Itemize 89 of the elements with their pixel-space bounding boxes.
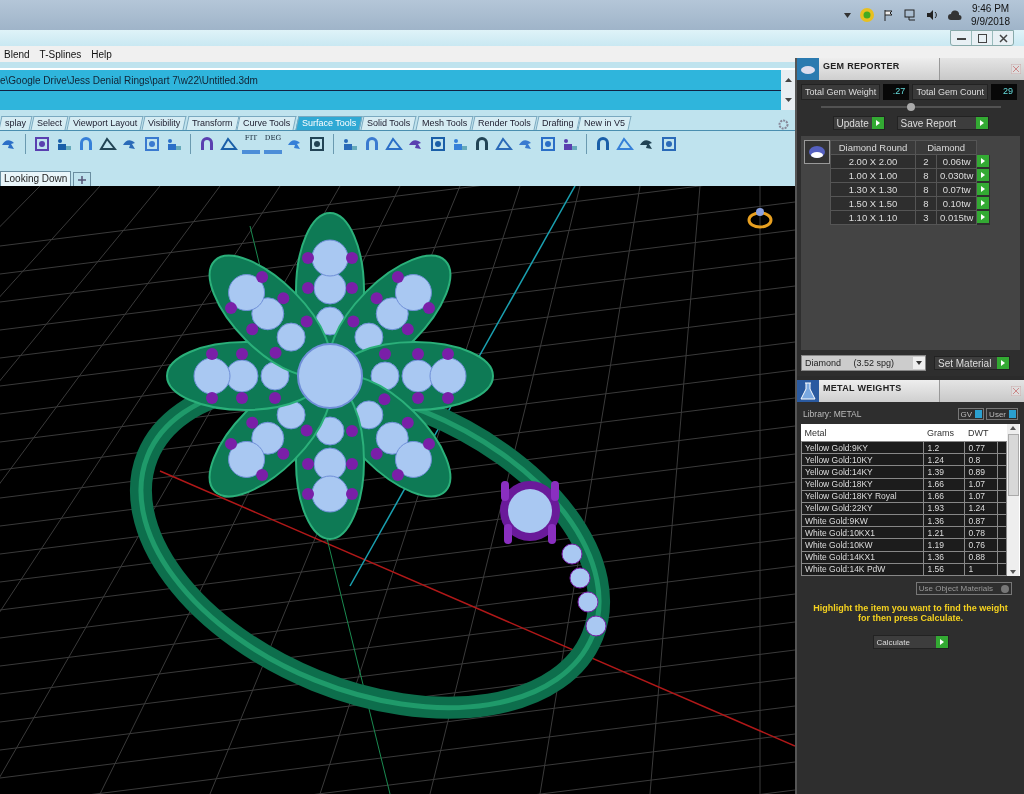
caret-icon[interactable] — [844, 12, 852, 18]
toolbar-tab[interactable]: Visibility — [141, 116, 188, 130]
play-icon — [935, 636, 948, 648]
scroll-up-icon[interactable] — [1010, 426, 1016, 430]
play-icon — [975, 117, 988, 129]
scroll-up-icon[interactable] — [784, 78, 792, 82]
table-row[interactable]: Yellow Gold:14KY 1.39 0.89 — [801, 465, 1007, 478]
network-icon[interactable] — [904, 9, 918, 21]
instruction-text: Highlight the item you want to find the weight for then press Calculate. — [812, 603, 1009, 623]
set-material-button[interactable]: Set Material — [934, 356, 1010, 370]
tool-icon[interactable] — [220, 135, 238, 153]
speaker-icon[interactable] — [926, 9, 940, 21]
play-icon — [871, 117, 884, 129]
tool-icon[interactable] — [99, 135, 117, 153]
scroll-down-icon[interactable] — [1010, 570, 1016, 574]
weight-value: .27 — [883, 84, 910, 100]
viewport-tab[interactable]: Looking Down — [0, 171, 72, 186]
caret-icon — [913, 357, 925, 369]
table-cell: 1.2 — [923, 441, 965, 454]
count-value: 29 — [990, 84, 1017, 100]
panel-title: GEM REPORTER — [819, 58, 939, 80]
field-label: Total Gem Weight — [801, 84, 881, 100]
tool-icon[interactable] — [385, 135, 403, 153]
viewport[interactable] — [0, 186, 795, 794]
menu-item[interactable]: Help — [91, 48, 112, 60]
ring-icon[interactable] — [747, 208, 773, 229]
flask-icon — [797, 380, 819, 402]
restore-icon — [977, 33, 987, 43]
scroll-thumb[interactable] — [1007, 434, 1019, 496]
toolbar-tab[interactable]: Curve Tools — [236, 116, 298, 130]
table-row[interactable]: White Gold:10KX1 1.21 0.78 — [801, 526, 1007, 539]
table-row[interactable]: Yellow Gold:18KY Royal 1.66 1.07 — [801, 490, 1007, 503]
table-row[interactable]: White Gold:9KW 1.36 0.87 — [801, 514, 1007, 527]
toolbar-tab[interactable]: Solid Tools — [360, 116, 418, 130]
update-button[interactable]: Update — [832, 116, 885, 130]
clock[interactable]: 9:46 PM 9/9/2018 — [971, 2, 1010, 28]
gem-icon — [808, 145, 826, 159]
use-object-materials-checkbox[interactable]: Use Object Materials — [915, 582, 1012, 595]
splitter-handle[interactable] — [820, 102, 1001, 112]
tool-icon[interactable] — [473, 135, 491, 153]
toolbar-tab[interactable]: Render Tools — [471, 116, 538, 130]
command-area[interactable]: e\Google Drive\Jess Denial Rings\part 7\w22\Untitled.3dm — [0, 68, 795, 110]
table-cell: Yellow Gold:9KY — [801, 441, 924, 454]
field-label: Total Gem Count — [912, 84, 988, 100]
gem-icon — [797, 58, 819, 80]
toolbar-tab[interactable]: splay — [0, 116, 33, 130]
tool-icon[interactable] — [198, 135, 216, 153]
calculate-button[interactable]: Calculate — [872, 635, 949, 649]
menu-item[interactable]: T-Splines — [39, 48, 82, 60]
table-cell: 0.77 — [964, 441, 998, 454]
table-row[interactable]: White Gold:14KX1 1.36 0.88 — [801, 551, 1007, 564]
minimize-icon — [956, 36, 966, 40]
column-header: Diamond Round — [830, 140, 916, 155]
library-toggle[interactable]: GV — [957, 408, 985, 420]
tool-icon[interactable] — [33, 135, 51, 153]
table-row[interactable]: White Gold:10KW 1.19 0.76 — [801, 538, 1007, 552]
panel-title: METAL WEIGHTS — [819, 380, 939, 402]
table-row[interactable]: Yellow Gold:22KY 1.93 1.24 — [801, 502, 1007, 515]
scrollbar[interactable] — [1007, 424, 1019, 576]
library-label: Library: METAL — [803, 409, 862, 419]
settings-icon[interactable] — [778, 119, 789, 130]
tool-icon[interactable] — [495, 135, 513, 153]
toolbar-tab[interactable]: New in V5 — [577, 116, 632, 130]
play-icon — [997, 357, 1009, 369]
command-history: e\Google Drive\Jess Denial Rings\part 7\w22\Untitled.3dm — [0, 70, 781, 91]
toolbar-tab[interactable]: Drafting — [535, 116, 580, 130]
close-icon — [998, 33, 1008, 43]
toolbar-tab[interactable]: Transform — [185, 116, 239, 130]
material-dropdown[interactable]: Diamond (3.52 spg) — [801, 355, 926, 371]
play-icon — [977, 154, 990, 167]
plus-icon — [78, 175, 87, 184]
scroll-down-icon[interactable] — [784, 98, 792, 102]
menu-item[interactable]: Blend — [4, 48, 30, 60]
toolbar-tab[interactable]: Select — [30, 116, 69, 130]
tool-icon[interactable] — [594, 135, 612, 153]
tool-icon[interactable] — [429, 135, 447, 153]
table-row[interactable]: Yellow Gold:9KY 1.2 0.77 — [801, 441, 1007, 454]
library-toggle[interactable]: User — [986, 408, 1018, 420]
tool-icon[interactable] — [660, 135, 678, 153]
toolbar-tab[interactable]: Viewport Layout — [66, 116, 144, 130]
table-row[interactable]: White Gold:14K PdW 1.56 1 — [801, 563, 1007, 576]
table-row[interactable]: Yellow Gold:18KY 1.66 1.07 — [801, 478, 1007, 491]
save-report-button[interactable]: Save Report — [896, 116, 989, 130]
table-row[interactable]: Yellow Gold:10KY 1.24 0.8 — [801, 453, 1007, 466]
column-header: Diamond — [915, 140, 977, 155]
tool-icon[interactable] — [539, 135, 557, 153]
tool-icon[interactable] — [308, 135, 326, 153]
cloud-icon[interactable] — [948, 9, 963, 21]
toolbar-tab[interactable]: Mesh Tools — [415, 116, 474, 130]
